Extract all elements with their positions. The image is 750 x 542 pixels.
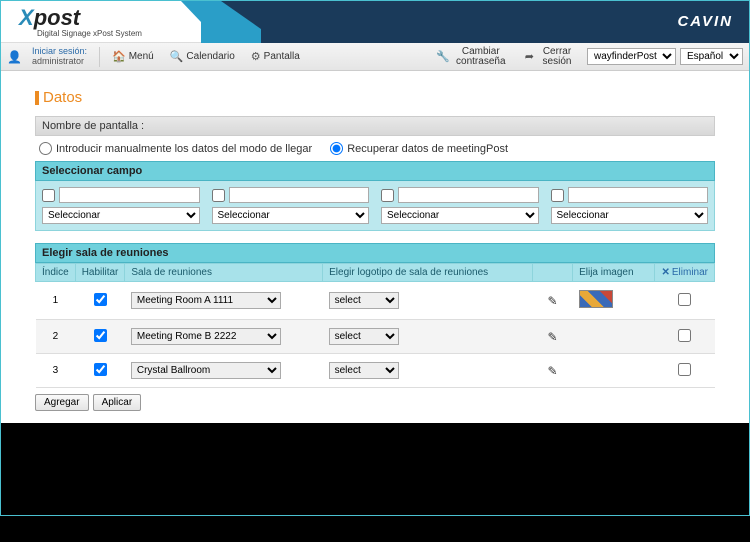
delete-icon: ✕ — [661, 267, 669, 278]
field-select-4[interactable]: Seleccionar — [551, 207, 709, 224]
radio-manual-input[interactable] — [39, 142, 52, 155]
mode-radio-row: Introducir manualmente los datos del mod… — [35, 136, 715, 161]
row-index: 3 — [36, 354, 76, 388]
image-thumbnail[interactable] — [579, 290, 613, 308]
logo-post: post — [34, 5, 80, 30]
row-index: 1 — [36, 282, 76, 320]
radio-retrieve[interactable]: Recuperar datos de meetingPost — [330, 142, 508, 155]
col-delete[interactable]: ✕Eliminar — [655, 264, 715, 282]
app-window: Xpost Digital Signage xPost System CAVIN… — [0, 0, 750, 516]
row-enable-checkbox[interactable] — [94, 329, 107, 342]
field-text-2[interactable] — [229, 187, 370, 203]
logo-tagline: Digital Signage xPost System — [37, 29, 142, 38]
session-user: administrator — [32, 57, 87, 67]
col-index: Índice — [36, 264, 76, 282]
home-icon: 🏠 — [112, 50, 126, 63]
field-text-1[interactable] — [59, 187, 200, 203]
field-select-1[interactable]: Seleccionar — [42, 207, 200, 224]
apply-button[interactable]: Aplicar — [93, 394, 142, 411]
row-enable-checkbox[interactable] — [94, 293, 107, 306]
radio-retrieve-label: Recuperar datos de meetingPost — [347, 143, 508, 155]
row-index: 2 — [36, 320, 76, 354]
screen-label: Pantalla — [264, 51, 300, 62]
field-grid: Seleccionar Seleccionar Seleccionar Sele… — [35, 181, 715, 231]
radio-manual[interactable]: Introducir manualmente los datos del mod… — [39, 142, 312, 155]
calendar-label: Calendario — [186, 51, 234, 62]
row-delete-checkbox[interactable] — [678, 363, 691, 376]
col-image: Elija imagen — [573, 264, 655, 282]
menu-label: Menú — [129, 51, 154, 62]
logo-select[interactable]: select — [329, 328, 399, 345]
change-password-button[interactable]: 🔧Cambiar contraseña — [430, 44, 515, 70]
col-room: Sala de reuniones — [125, 264, 323, 282]
company-brand: CAVIN — [677, 13, 733, 30]
row-enable-checkbox[interactable] — [94, 363, 107, 376]
rooms-table: Índice Habilitar Sala de reuniones Elegi… — [35, 263, 715, 388]
row-delete-checkbox[interactable] — [678, 293, 691, 306]
field-text-3[interactable] — [398, 187, 539, 203]
row-delete-checkbox[interactable] — [678, 329, 691, 342]
toolbar: 👤 Iniciar sesión: administrator 🏠Menú 🔍C… — [1, 43, 749, 71]
screen-name-bar: Nombre de pantalla : — [35, 116, 715, 136]
room-select[interactable]: Meeting Rome B 2222 — [131, 328, 281, 345]
rooms-header-row: Índice Habilitar Sala de reuniones Elegi… — [36, 264, 715, 282]
table-row: 3 Crystal Ballroom select ✎ — [36, 354, 715, 388]
radio-retrieve-input[interactable] — [330, 142, 343, 155]
field-col-1: Seleccionar — [42, 187, 200, 224]
gear-icon: ⚙ — [251, 50, 261, 63]
logout-label: Cerrar sesión — [537, 47, 577, 67]
field-col-3: Seleccionar — [381, 187, 539, 224]
calendar-button[interactable]: 🔍Calendario — [164, 47, 241, 66]
col-enable: Habilitar — [75, 264, 125, 282]
field-select-2[interactable]: Seleccionar — [212, 207, 370, 224]
screen-button[interactable]: ⚙Pantalla — [245, 47, 306, 66]
session-block: Iniciar sesión: administrator — [28, 47, 93, 67]
table-row: 2 Meeting Rome B 2222 select ✎ — [36, 320, 715, 354]
logo-select[interactable]: select — [329, 292, 399, 309]
change-pw-label: Cambiar contraseña — [453, 47, 509, 67]
header: Xpost Digital Signage xPost System CAVIN — [1, 1, 749, 43]
logo-select[interactable]: select — [329, 362, 399, 379]
add-button[interactable]: Agregar — [35, 394, 89, 411]
field-select-3[interactable]: Seleccionar — [381, 207, 539, 224]
logo: Xpost Digital Signage xPost System — [19, 5, 142, 38]
exit-icon: ➦ — [525, 50, 534, 63]
language-select[interactable]: Español — [680, 48, 743, 65]
menu-button[interactable]: 🏠Menú — [106, 47, 160, 66]
table-row: 1 Meeting Room A 1111 select ✎ — [36, 282, 715, 320]
edit-icon[interactable]: ✎ — [548, 364, 558, 378]
field-check-4[interactable] — [551, 189, 564, 202]
room-select[interactable]: Crystal Ballroom — [131, 362, 281, 379]
page-title: Datos — [35, 89, 715, 106]
button-row: Agregar Aplicar — [35, 394, 715, 411]
logout-button[interactable]: ➦Cerrar sesión — [519, 44, 583, 70]
edit-icon[interactable]: ✎ — [548, 330, 558, 344]
col-delete-label: Eliminar — [672, 267, 708, 278]
field-check-2[interactable] — [212, 189, 225, 202]
bottom-strip — [1, 423, 749, 515]
edit-icon[interactable]: ✎ — [548, 294, 558, 308]
logo-x: X — [19, 5, 34, 30]
content: Datos Nombre de pantalla : Introducir ma… — [1, 71, 749, 423]
field-text-4[interactable] — [568, 187, 709, 203]
module-select[interactable]: wayfinderPost — [587, 48, 676, 65]
key-icon: 🔧 — [436, 50, 450, 63]
rooms-heading: Elegir sala de reuniones — [35, 243, 715, 263]
col-logo: Elegir logotipo de sala de reuniones — [323, 264, 533, 282]
field-check-3[interactable] — [381, 189, 394, 202]
select-field-heading: Seleccionar campo — [35, 161, 715, 181]
search-icon: 🔍 — [170, 50, 184, 63]
user-icon: 👤 — [7, 50, 22, 64]
field-col-2: Seleccionar — [212, 187, 370, 224]
field-col-4: Seleccionar — [551, 187, 709, 224]
field-check-1[interactable] — [42, 189, 55, 202]
room-select[interactable]: Meeting Room A 1111 — [131, 292, 281, 309]
radio-manual-label: Introducir manualmente los datos del mod… — [56, 143, 312, 155]
